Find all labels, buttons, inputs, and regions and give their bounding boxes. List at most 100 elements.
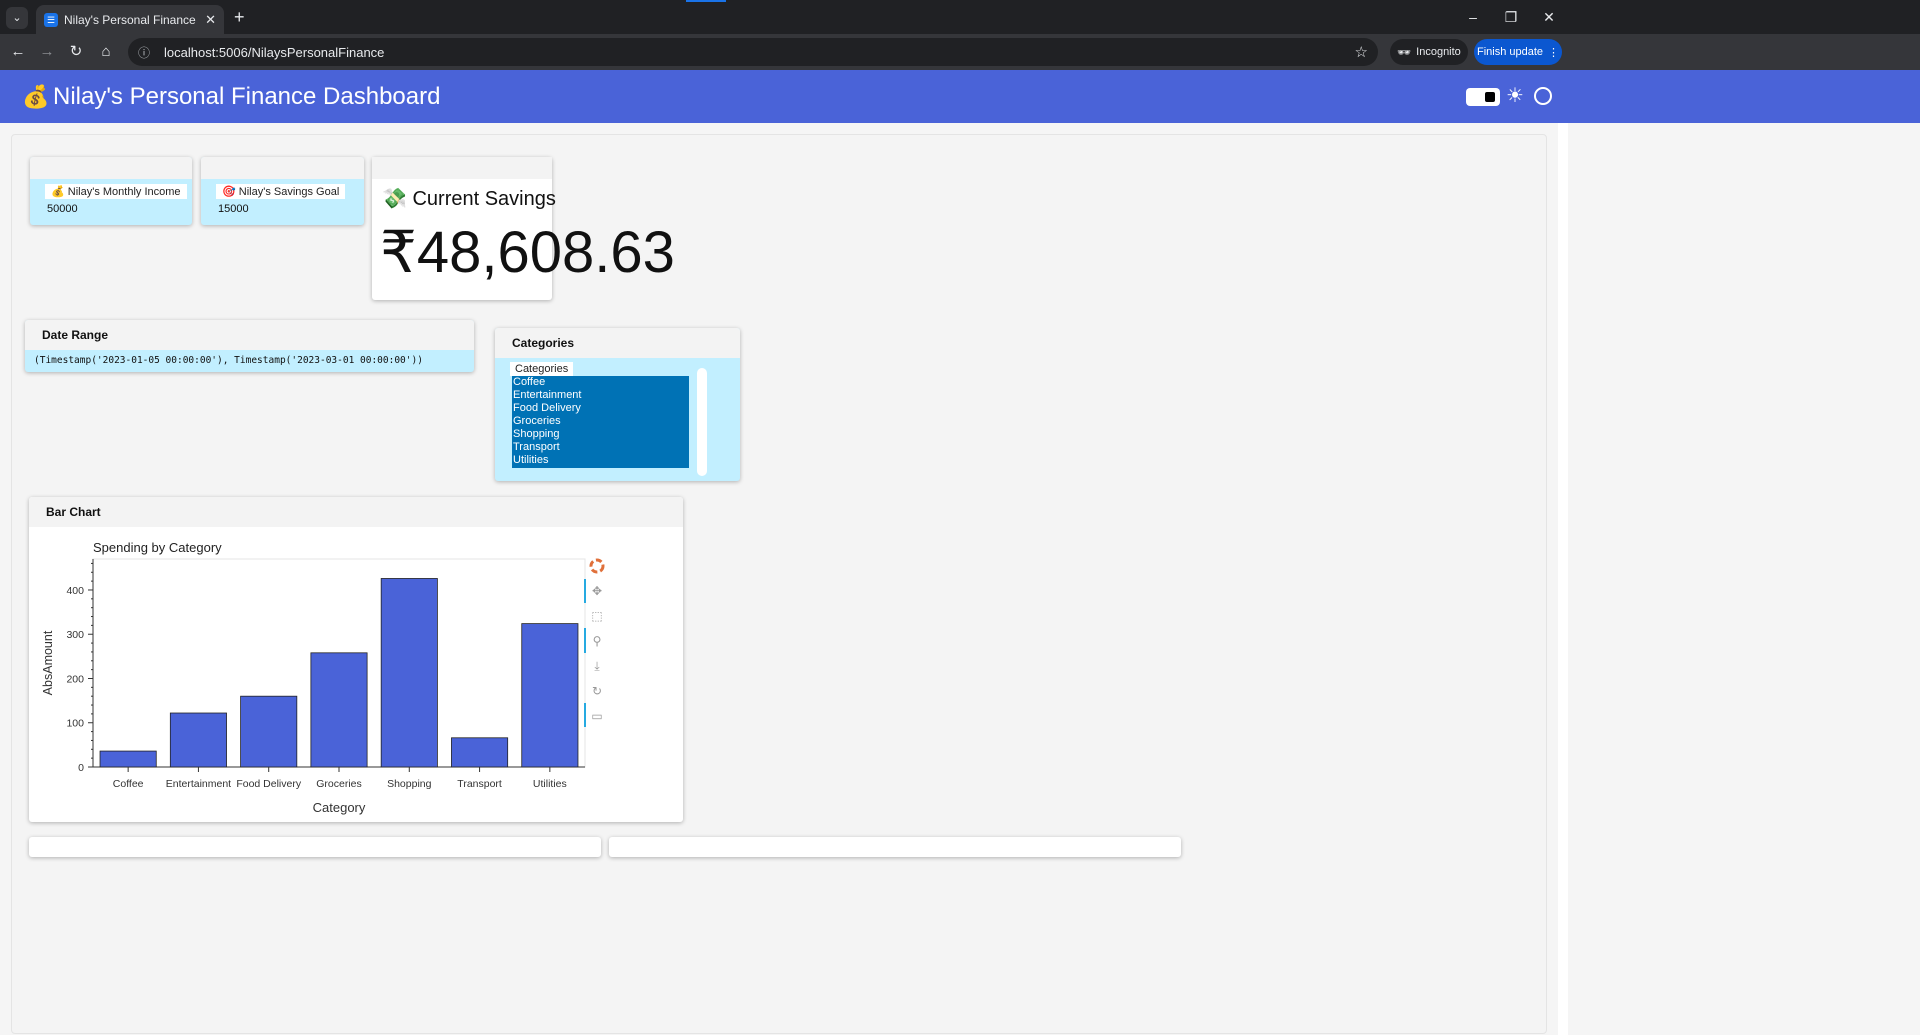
- x-tick-label: Food Delivery: [236, 778, 302, 790]
- income-input[interactable]: 50000: [47, 203, 192, 215]
- x-tick-label: Transport: [457, 778, 502, 790]
- new-tab-icon[interactable]: +: [234, 6, 245, 28]
- income-label-box: 💰 Nilay's Monthly Income: [45, 184, 187, 199]
- categories-header: Categories: [495, 328, 740, 358]
- y-tick-label: 0: [78, 762, 84, 774]
- income-label: Nilay's Monthly Income: [67, 186, 181, 198]
- savings-goal-card: 🎯 Nilay's Savings Goal 15000: [201, 157, 364, 225]
- tab-title: Nilay's Personal Finance Das: [64, 12, 199, 27]
- y-tick-label: 400: [66, 585, 84, 597]
- income-card: 💰 Nilay's Monthly Income 50000: [30, 157, 192, 225]
- pan-tool-icon[interactable]: ✥: [592, 584, 602, 598]
- x-tick-label: Shopping: [387, 778, 432, 790]
- category-option[interactable]: Shopping: [512, 428, 689, 441]
- reset-tool-icon[interactable]: ↻: [592, 684, 602, 698]
- date-range-value: (Timestamp('2023-01-05 00:00:00'), Times…: [34, 355, 423, 366]
- chart-title: Spending by Category: [93, 540, 222, 555]
- money-with-wings-icon: 💸: [382, 188, 407, 210]
- category-option[interactable]: Entertainment: [512, 389, 689, 402]
- address-bar[interactable]: ⓘ localhost:5006/NilaysPersonalFinance ☆: [128, 38, 1378, 66]
- category-option[interactable]: Groceries: [512, 415, 689, 428]
- current-savings-card: 💸 Current Savings ₹48,608.63: [372, 157, 675, 300]
- reload-icon[interactable]: ↻: [65, 41, 87, 63]
- categories-label: Categories: [510, 362, 574, 376]
- restore-icon[interactable]: ❐: [1500, 6, 1522, 28]
- y-tick-label: 100: [66, 718, 84, 730]
- categories-multiselect[interactable]: Coffee Entertainment Food Delivery Groce…: [512, 376, 689, 468]
- bookmark-star-icon[interactable]: ☆: [1355, 43, 1368, 61]
- bar-entertainment[interactable]: [169, 712, 227, 768]
- y-tick-label: 200: [66, 673, 84, 685]
- savings-goal-label: Nilay's Savings Goal: [238, 186, 340, 198]
- finish-update-label: Finish update: [1476, 46, 1544, 58]
- date-range-card: Date Range (Timestamp('2023-01-05 00:00:…: [25, 320, 474, 372]
- finish-update-button[interactable]: Finish update ⋮: [1474, 39, 1562, 65]
- minimize-icon[interactable]: –: [1462, 6, 1484, 28]
- busy-indicator-icon: [1534, 87, 1552, 105]
- category-option[interactable]: Transport: [512, 441, 689, 454]
- box-zoom-tool-icon[interactable]: ⬚: [591, 609, 602, 623]
- current-savings-title-text: Current Savings: [412, 188, 556, 210]
- incognito-icon: 🕶: [1397, 46, 1412, 59]
- app-header: 💰 Nilay's Personal Finance Dashboard ☀: [0, 70, 1920, 123]
- sun-icon[interactable]: ☀: [1506, 84, 1524, 108]
- x-axis-label: Category: [313, 800, 366, 815]
- categories-card: Categories Categories Coffee Entertainme…: [495, 328, 740, 481]
- site-info-icon[interactable]: ⓘ: [138, 44, 154, 61]
- tab-close-icon[interactable]: ✕: [205, 12, 216, 28]
- browser-tabstrip: ⌄ ☰ Nilay's Personal Finance Das ✕ + – ❐…: [0, 0, 1920, 34]
- x-tick-label: Coffee: [113, 778, 144, 790]
- category-option[interactable]: Coffee: [512, 376, 689, 389]
- bottom-card-right: [609, 837, 1181, 857]
- x-tick-label: Entertainment: [166, 778, 231, 790]
- tab-favicon-icon: ☰: [44, 12, 58, 27]
- category-option[interactable]: Food Delivery: [512, 402, 689, 415]
- category-option[interactable]: Utilities: [512, 454, 689, 467]
- incognito-label: Incognito: [1416, 46, 1461, 58]
- theme-toggle[interactable]: [1466, 88, 1500, 106]
- incognito-badge[interactable]: 🕶 Incognito: [1390, 39, 1468, 65]
- savings-goal-label-box: 🎯 Nilay's Savings Goal: [216, 184, 346, 199]
- bokeh-logo-icon[interactable]: [589, 558, 605, 574]
- x-tick-label: Groceries: [316, 778, 362, 790]
- page-scrollbar[interactable]: [1558, 123, 1568, 1035]
- y-axis-label: AbsAmount: [41, 630, 55, 695]
- bottom-card-left: [29, 837, 601, 857]
- back-icon[interactable]: ←: [7, 41, 29, 63]
- close-window-icon[interactable]: ✕: [1538, 6, 1560, 28]
- page-title: Nilay's Personal Finance Dashboard: [53, 83, 441, 110]
- tab-search-icon[interactable]: ⌄: [6, 7, 28, 29]
- date-range-header: Date Range: [25, 320, 474, 350]
- target-icon: 🎯: [222, 186, 236, 198]
- home-icon[interactable]: ⌂: [95, 41, 117, 63]
- current-savings-title: 💸 Current Savings: [382, 186, 556, 211]
- wheel-zoom-tool-icon[interactable]: ⚲: [593, 634, 602, 648]
- bar-food-delivery[interactable]: [240, 695, 298, 768]
- categories-scrollbar[interactable]: [697, 368, 707, 476]
- bar-groceries[interactable]: [310, 652, 368, 768]
- current-savings-value: ₹48,608.63: [380, 220, 675, 285]
- money-bag-icon: 💰: [22, 84, 50, 109]
- bar-chart-header: Bar Chart: [29, 497, 683, 527]
- savings-goal-input[interactable]: 15000: [218, 203, 364, 215]
- bar-utilities[interactable]: [521, 623, 579, 768]
- bar-chart-svg: Spending by Category 0 100 200 300 400 Coffee E…: [41, 540, 605, 815]
- current-savings-card-bar: [372, 157, 552, 179]
- x-tick-label: Utilities: [533, 778, 567, 790]
- kebab-menu-icon: ⋮: [1548, 46, 1560, 59]
- theme-toggle-knob: [1485, 92, 1495, 102]
- bar-transport[interactable]: [451, 737, 509, 768]
- browser-toolbar: ← → ↻ ⌂ ⓘ localhost:5006/NilaysPersonalF…: [0, 34, 1920, 70]
- bar-chart-card: Bar Chart Spending by Category 0 100 200 300…: [29, 497, 683, 822]
- url-text: localhost:5006/NilaysPersonalFinance: [164, 44, 385, 60]
- savings-goal-card-bar: [201, 157, 364, 179]
- forward-icon[interactable]: →: [36, 41, 58, 63]
- browser-tab[interactable]: ☰ Nilay's Personal Finance Das ✕: [36, 5, 224, 34]
- hover-tool-icon[interactable]: ▭: [591, 709, 602, 723]
- bar-shopping[interactable]: [380, 578, 438, 768]
- tabstrip-accent: [686, 0, 726, 2]
- save-tool-icon[interactable]: ⤓: [594, 659, 600, 673]
- income-card-bar: [30, 157, 192, 179]
- money-bag-small-icon: 💰: [51, 186, 65, 198]
- bar-coffee[interactable]: [99, 750, 157, 768]
